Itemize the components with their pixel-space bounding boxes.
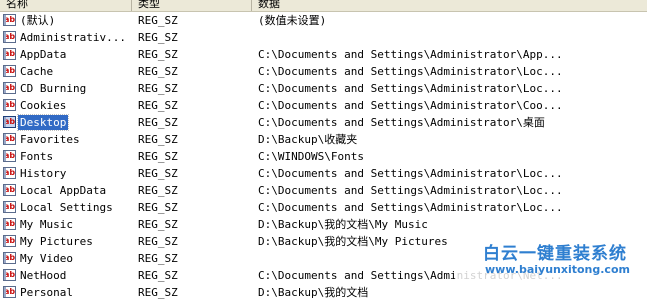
value-type: REG_SZ [138, 269, 178, 282]
string-value-icon: ab [3, 184, 16, 196]
value-name[interactable]: CD Burning [18, 81, 88, 96]
value-name[interactable]: NetHood [18, 268, 68, 283]
value-type: REG_SZ [138, 133, 178, 146]
value-type: REG_SZ [138, 14, 178, 27]
list-item[interactable]: ab AppData REG_SZ C:\Documents and Settings… [0, 46, 647, 63]
string-value-icon: ab [3, 116, 16, 128]
value-data: C:\Documents and Settings\Administrator\… [258, 65, 563, 78]
value-name[interactable]: My Music [18, 217, 75, 232]
value-name[interactable]: My Video [18, 251, 75, 266]
value-type: REG_SZ [138, 184, 178, 197]
value-name[interactable]: (默认) [18, 13, 57, 28]
value-name[interactable]: Favorites [18, 132, 82, 147]
value-name[interactable]: Desktop [16, 114, 70, 131]
string-value-icon: ab [3, 252, 16, 264]
string-value-icon: ab [3, 82, 16, 94]
string-value-icon: ab [3, 235, 16, 247]
value-type: REG_SZ [138, 286, 178, 299]
value-data: D:\Backup\我的文档 [258, 286, 369, 299]
value-data: C:\Documents and Settings\Administrator\… [258, 184, 563, 197]
string-value-icon: ab [3, 31, 16, 43]
list-item[interactable]: ab Cache REG_SZ C:\Documents and Settings\A… [0, 63, 647, 80]
value-data: C:\WINDOWS\Fonts [258, 150, 364, 163]
list-item[interactable]: ab Desktop REG_SZ C:\Documents and Settings… [0, 114, 647, 131]
list-item[interactable]: ab Favorites REG_SZ D:\Backup\收藏夹 [0, 131, 647, 148]
column-header-type[interactable]: 类型 [132, 0, 160, 11]
value-name[interactable]: Cookies [18, 98, 68, 113]
value-name[interactable]: Local Settings [18, 200, 115, 215]
string-value-icon: ab [3, 150, 16, 162]
value-data: C:\Documents and Settings\Administrator\… [258, 116, 545, 129]
value-type: REG_SZ [138, 218, 178, 231]
column-header-data[interactable]: 数据 [252, 0, 280, 11]
watermark-url: www.baiyunxitong.com [485, 263, 630, 276]
list-item[interactable]: ab Administrativ... REG_SZ [0, 29, 647, 46]
value-type: REG_SZ [138, 116, 178, 129]
string-value-icon: ab [3, 218, 16, 230]
list-item[interactable]: ab Fonts REG_SZ C:\WINDOWS\Fonts [0, 148, 647, 165]
string-value-icon: ab [3, 65, 16, 77]
string-value-icon: ab [3, 201, 16, 213]
value-data: C:\Documents and Settings\Administrator\… [258, 48, 563, 61]
value-type: REG_SZ [138, 82, 178, 95]
list-item[interactable]: ab Local Settings REG_SZ C:\Documents and S… [0, 199, 647, 216]
string-value-icon: ab [3, 99, 16, 111]
value-data: C:\Documents and Settings\Administrator\… [258, 99, 563, 112]
value-data: C:\Documents and Settings\Administrator\… [258, 167, 563, 180]
value-name[interactable]: Local AppData [18, 183, 108, 198]
value-data: (数值未设置) [258, 14, 327, 27]
value-type: REG_SZ [138, 150, 178, 163]
value-data: D:\Backup\收藏夹 [258, 133, 358, 146]
string-value-icon: ab [3, 286, 16, 298]
value-type: REG_SZ [138, 167, 178, 180]
value-data: C:\Documents and Settings\Administrator\… [258, 82, 563, 95]
string-value-icon: ab [3, 14, 16, 26]
value-name[interactable]: My Pictures [18, 234, 95, 249]
value-name[interactable]: Personal [18, 285, 75, 300]
string-value-icon: ab [3, 133, 16, 145]
value-data: D:\Backup\我的文档\My Music [258, 218, 428, 231]
value-type: REG_SZ [138, 201, 178, 214]
list-item[interactable]: ab Local AppData REG_SZ C:\Documents and Se… [0, 182, 647, 199]
list-item[interactable]: ab (默认) REG_SZ (数值未设置) [0, 12, 647, 29]
value-type: REG_SZ [138, 65, 178, 78]
watermark: 白云一键重装系统 www.baiyunxitong.com [455, 237, 647, 292]
string-value-icon: ab [3, 48, 16, 60]
list-item[interactable]: ab My Music REG_SZ D:\Backup\我的文档\My Music [0, 216, 647, 233]
value-name[interactable]: Fonts [18, 149, 55, 164]
value-type: REG_SZ [138, 252, 178, 265]
value-name[interactable]: Cache [18, 64, 55, 79]
list-item[interactable]: ab Cookies REG_SZ C:\Documents and Settings… [0, 97, 647, 114]
column-header-name[interactable]: 名称 [0, 0, 28, 11]
string-value-icon: ab [3, 167, 16, 179]
value-type: REG_SZ [138, 31, 178, 44]
value-data: C:\Documents and Settings\Administrator\… [258, 201, 563, 214]
list-item[interactable]: ab CD Burning REG_SZ C:\Documents and Setti… [0, 80, 647, 97]
column-header-bar: 名称 类型 数据 [0, 0, 647, 12]
value-name[interactable]: AppData [18, 47, 68, 62]
value-type: REG_SZ [138, 99, 178, 112]
string-value-icon: ab [3, 269, 16, 281]
value-name[interactable]: Administrativ... [18, 30, 128, 45]
value-type: REG_SZ [138, 48, 178, 61]
watermark-title: 白云一键重装系统 [483, 244, 627, 264]
value-data: D:\Backup\我的文档\My Pictures [258, 235, 448, 248]
value-type: REG_SZ [138, 235, 178, 248]
list-item[interactable]: ab History REG_SZ C:\Documents and Settings… [0, 165, 647, 182]
value-name[interactable]: History [18, 166, 68, 181]
